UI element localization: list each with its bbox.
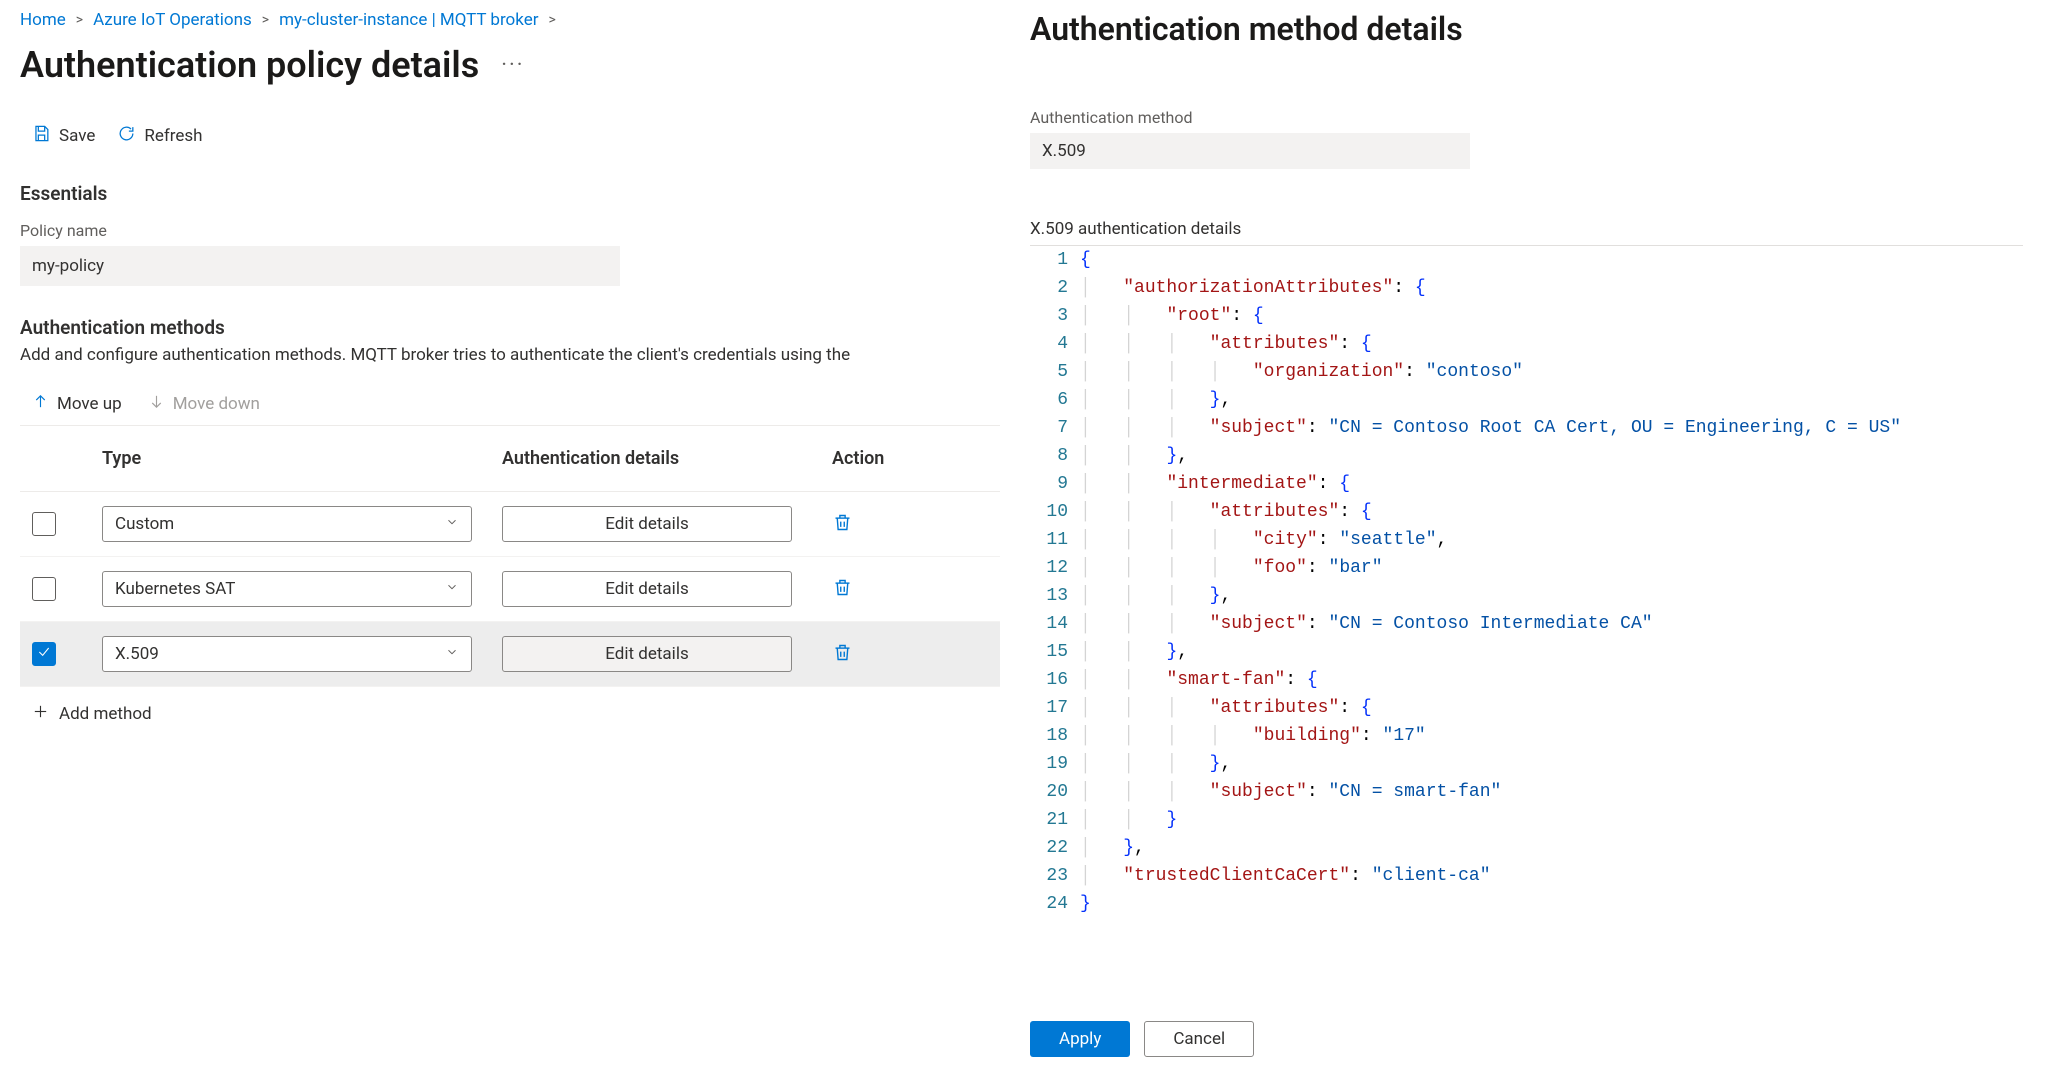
table-row: Custom Edit details [20, 492, 1000, 557]
apply-button[interactable]: Apply [1030, 1021, 1130, 1057]
col-header-action: Action [832, 448, 952, 469]
checkmark-icon [36, 644, 52, 664]
type-dropdown-value: Custom [115, 514, 174, 534]
delete-row-button[interactable] [832, 521, 853, 537]
add-method-label: Add method [59, 704, 152, 724]
move-up-button[interactable]: Move up [32, 393, 122, 415]
trash-icon [832, 586, 853, 602]
breadcrumb: Home > Azure IoT Operations > my-cluster… [20, 10, 1000, 30]
chevron-right-icon: > [76, 12, 83, 28]
row-checkbox[interactable] [32, 512, 56, 536]
type-dropdown[interactable]: Kubernetes SAT [102, 571, 472, 607]
policy-details-pane: Home > Azure IoT Operations > my-cluster… [0, 0, 1000, 1087]
refresh-icon [117, 124, 136, 148]
breadcrumb-cluster[interactable]: my-cluster-instance | MQTT broker [279, 10, 538, 30]
row-checkbox[interactable] [32, 642, 56, 666]
col-header-details: Authentication details [502, 448, 832, 469]
trash-icon [832, 521, 853, 537]
move-down-button: Move down [148, 393, 260, 415]
save-button-label: Save [59, 126, 95, 146]
auth-methods-description: Add and configure authentication methods… [20, 345, 1000, 365]
policy-name-label: Policy name [20, 221, 1000, 240]
chevron-right-icon: > [262, 12, 269, 28]
auth-method-label: Authentication method [1030, 108, 2023, 127]
type-dropdown[interactable]: Custom [102, 506, 472, 542]
type-dropdown[interactable]: X.509 [102, 636, 472, 672]
auth-methods-heading: Authentication methods [20, 316, 1000, 339]
detail-pane-title: Authentication method details [1030, 10, 2023, 48]
table-header-row: Type Authentication details Action [20, 426, 1000, 492]
essentials-heading: Essentials [20, 182, 1000, 205]
plus-icon [32, 703, 49, 725]
row-checkbox[interactable] [32, 577, 56, 601]
more-menu-button[interactable]: ··· [501, 53, 524, 78]
arrow-up-icon [32, 393, 49, 415]
trash-icon [832, 651, 853, 667]
move-up-label: Move up [57, 394, 122, 414]
table-row: Kubernetes SAT Edit details [20, 557, 1000, 622]
detail-footer: Apply Cancel [1030, 1021, 1254, 1057]
edit-details-button[interactable]: Edit details [502, 636, 792, 672]
breadcrumb-aio[interactable]: Azure IoT Operations [93, 10, 252, 30]
line-number-gutter: 123456789101112131415161718192021222324 [1030, 246, 1080, 918]
json-code-content[interactable]: { │ "authorizationAttributes": { │ │ "ro… [1080, 246, 2023, 918]
json-editor[interactable]: 123456789101112131415161718192021222324 … [1030, 245, 2023, 918]
table-row: X.509 Edit details [20, 622, 1000, 687]
edit-details-button[interactable]: Edit details [502, 506, 792, 542]
refresh-button-label: Refresh [144, 126, 202, 146]
delete-row-button[interactable] [832, 651, 853, 667]
auth-method-value: X.509 [1030, 133, 1470, 169]
method-details-pane: Authentication method details Authentica… [1000, 0, 2053, 1087]
move-down-label: Move down [173, 394, 260, 414]
json-editor-label: X.509 authentication details [1030, 219, 2023, 239]
command-bar: Save Refresh [20, 124, 1000, 148]
save-icon [32, 124, 51, 148]
chevron-down-icon [445, 644, 459, 664]
breadcrumb-home[interactable]: Home [20, 10, 66, 30]
policy-name-value: my-policy [20, 246, 620, 286]
add-method-button[interactable]: Add method [20, 687, 1000, 741]
save-button[interactable]: Save [32, 124, 95, 148]
delete-row-button[interactable] [832, 586, 853, 602]
refresh-button[interactable]: Refresh [117, 124, 202, 148]
auth-methods-table: Type Authentication details Action Custo… [20, 426, 1000, 741]
reorder-toolbar: Move up Move down [20, 383, 1000, 426]
chevron-right-icon: > [548, 12, 555, 28]
page-title: Authentication policy details [20, 44, 479, 86]
arrow-down-icon [148, 393, 165, 415]
chevron-down-icon [445, 579, 459, 599]
col-header-type: Type [102, 448, 502, 469]
cancel-button[interactable]: Cancel [1144, 1021, 1254, 1057]
type-dropdown-value: X.509 [115, 644, 159, 664]
edit-details-button[interactable]: Edit details [502, 571, 792, 607]
chevron-down-icon [445, 514, 459, 534]
page-title-row: Authentication policy details ··· [20, 44, 1000, 86]
type-dropdown-value: Kubernetes SAT [115, 579, 235, 599]
